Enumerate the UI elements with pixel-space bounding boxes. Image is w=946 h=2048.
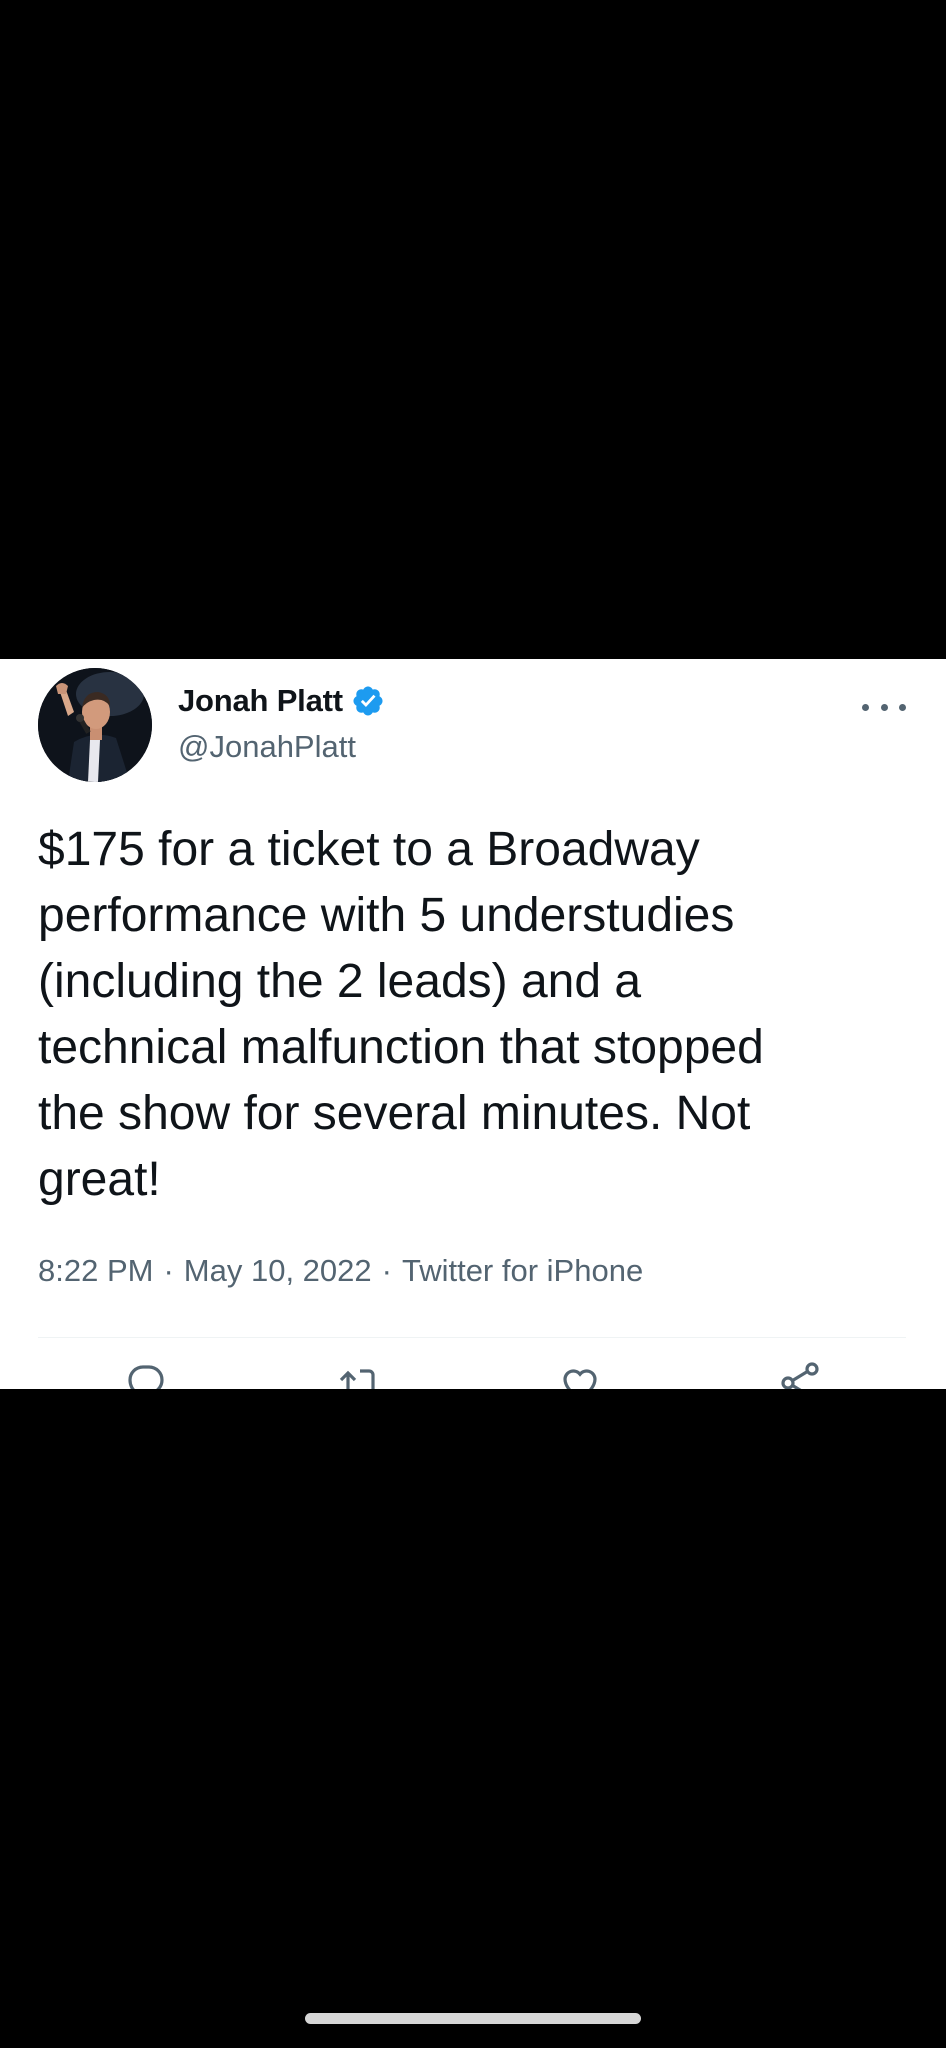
share-icon[interactable] xyxy=(776,1359,824,1389)
more-dots-icon[interactable] xyxy=(862,695,906,719)
tweet-date[interactable]: May 10, 2022 xyxy=(184,1253,372,1288)
author-display-name[interactable]: Jonah Platt xyxy=(178,683,343,719)
tweet-source[interactable]: Twitter for iPhone xyxy=(402,1253,643,1288)
tweet-card: Jonah Platt @JonahPlatt $175 for a ticke… xyxy=(0,659,946,1389)
author-handle[interactable]: @JonahPlatt xyxy=(178,729,356,765)
letterbox-top xyxy=(0,0,946,659)
letterbox-bottom xyxy=(0,1389,946,2048)
tweet-time[interactable]: 8:22 PM xyxy=(38,1253,153,1288)
avatar[interactable] xyxy=(38,668,152,782)
reply-icon[interactable] xyxy=(122,1359,170,1389)
home-indicator[interactable] xyxy=(305,2013,641,2024)
meta-separator: · xyxy=(381,1253,392,1288)
author-name-row[interactable]: Jonah Platt xyxy=(178,681,385,721)
tweet-text: $175 for a ticket to a Broadway performa… xyxy=(38,823,764,1206)
tweet-meta: 8:22 PM · May 10, 2022 · Twitter for iPhone xyxy=(38,1253,643,1289)
verified-badge-icon xyxy=(351,684,385,718)
meta-separator: · xyxy=(163,1253,174,1288)
tweet-actions xyxy=(0,1359,946,1389)
retweet-icon[interactable] xyxy=(336,1359,384,1389)
like-icon[interactable] xyxy=(556,1359,604,1389)
divider xyxy=(38,1337,906,1338)
